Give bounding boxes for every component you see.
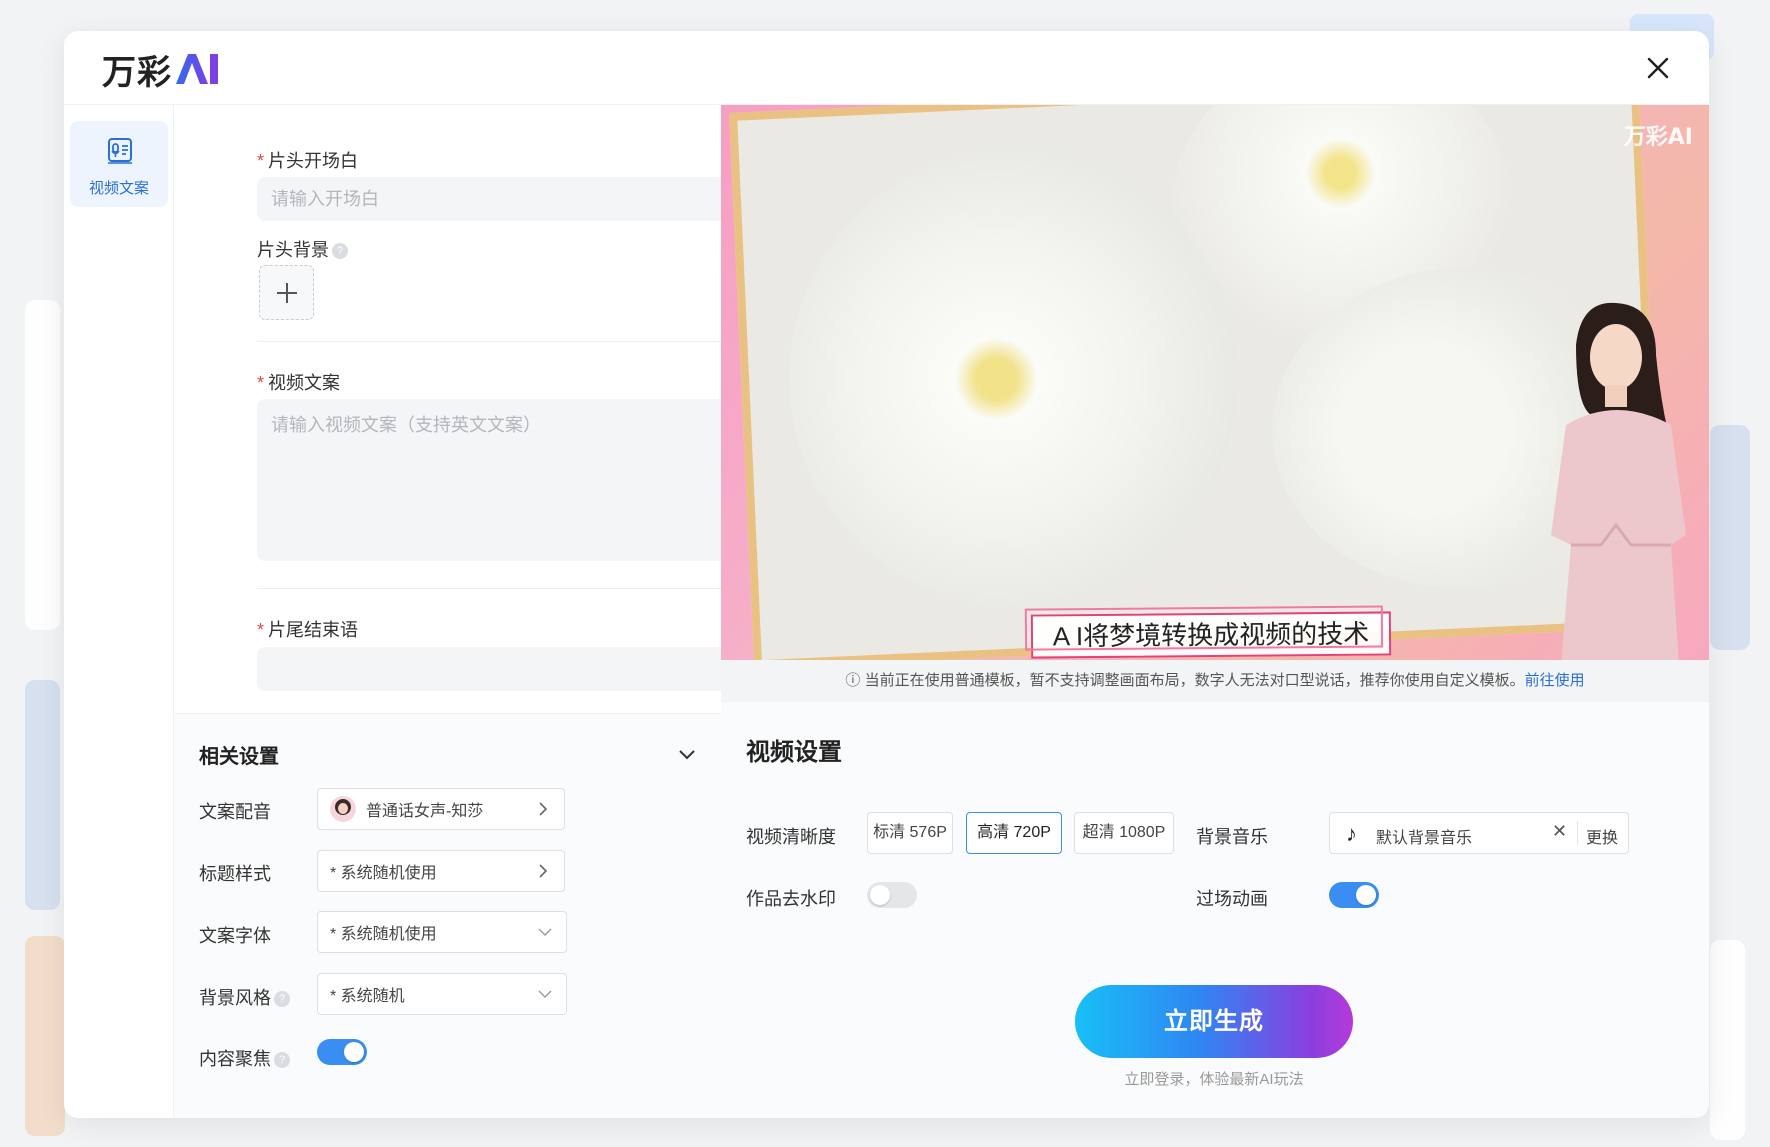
- music-value: 默认背景音乐: [1376, 830, 1473, 847]
- related-settings-panel: 相关设置 文案配音 普通话女声-知莎 标题样式 * 系统随机使用 文案字体 * …: [174, 713, 721, 1118]
- upload-bg-button[interactable]: [259, 265, 314, 320]
- digital-human-avatar: [1551, 302, 1686, 660]
- focus-label: 内容聚焦?: [199, 1045, 290, 1071]
- backdrop-card: [1710, 940, 1745, 1140]
- bg-style-select[interactable]: * 系统随机: [317, 973, 567, 1015]
- backdrop-card: [25, 680, 60, 910]
- ai-logo-icon: [176, 54, 218, 84]
- help-icon[interactable]: ?: [332, 243, 348, 260]
- notice-link[interactable]: 前往使用: [1525, 672, 1585, 689]
- ending-label: * 片尾结束语: [257, 620, 359, 640]
- music-note-icon: ♪: [1346, 821, 1357, 846]
- quality-option-720p[interactable]: 高清 720P: [966, 812, 1062, 854]
- chevron-down-icon: [538, 928, 552, 936]
- divider: [257, 341, 721, 342]
- remove-watermark-toggle[interactable]: [867, 882, 917, 908]
- info-icon: ⓘ: [845, 672, 861, 689]
- opening-input[interactable]: 请输入开场白: [257, 177, 721, 221]
- music-label: 背景音乐: [1196, 827, 1268, 847]
- title-style-value: * 系统随机使用: [330, 865, 437, 882]
- title-style-selector[interactable]: * 系统随机使用: [317, 850, 565, 892]
- document-microphone-icon: [108, 138, 132, 164]
- quality-label: 视频清晰度: [746, 827, 836, 847]
- rail-item-label: 视频文案: [88, 180, 149, 197]
- login-hint[interactable]: 立即登录，体验最新AI玩法: [1075, 1068, 1353, 1089]
- ending-input[interactable]: [257, 647, 721, 691]
- help-icon[interactable]: ?: [274, 991, 290, 1008]
- notice-text: 当前正在使用普通模板，暂不支持调整画面布局，数字人无法对口型说话，推荐你使用自定…: [864, 672, 1525, 689]
- left-rail: 视频文案: [64, 105, 174, 1118]
- brand-name: 万彩: [102, 52, 172, 93]
- backdrop-card: [25, 300, 60, 630]
- voice-label: 文案配音: [199, 802, 271, 822]
- rail-item-video-script[interactable]: 视频文案: [70, 121, 168, 207]
- change-music-button[interactable]: 更换: [1586, 824, 1618, 848]
- backdrop-card: [25, 936, 65, 1136]
- template-notice: ⓘ 当前正在使用普通模板，暂不支持调整画面布局，数字人无法对口型说话，推荐你使用…: [721, 660, 1709, 702]
- divider: [1577, 821, 1578, 845]
- voice-value: 普通话女声-知莎: [366, 803, 484, 820]
- chevron-right-icon: [539, 802, 548, 816]
- quality-option-576p[interactable]: 标清 576P: [867, 812, 953, 854]
- video-settings-title: 视频设置: [746, 739, 842, 766]
- transition-toggle[interactable]: [1329, 882, 1379, 908]
- generate-button[interactable]: 立即生成: [1075, 985, 1353, 1058]
- chevron-down-icon: [538, 990, 552, 998]
- help-icon[interactable]: ?: [274, 1052, 290, 1069]
- preview-caption: A I将梦境转换成视频的技术: [1030, 611, 1392, 659]
- modal-header: 万彩: [64, 31, 1709, 105]
- bg-style-label: 背景风格?: [199, 984, 290, 1010]
- transition-label: 过场动画: [1196, 889, 1268, 909]
- font-value: * 系统随机使用: [330, 926, 437, 943]
- title-style-label: 标题样式: [199, 864, 271, 884]
- opening-bg-label: 片头背景?: [257, 236, 348, 262]
- preview-watermark: 万彩AI: [1623, 125, 1693, 150]
- script-form: * 片头开场白 请输入开场白 片头背景? * 视频文案 请输入视频文案（支持英文文案…: [174, 105, 721, 713]
- bg-style-value: * 系统随机: [330, 988, 405, 1005]
- chevron-down-icon[interactable]: [677, 744, 697, 764]
- voice-avatar: [330, 796, 356, 822]
- font-label: 文案字体: [199, 926, 271, 946]
- opening-label: * 片头开场白: [257, 151, 359, 171]
- font-select[interactable]: * 系统随机使用: [317, 911, 567, 953]
- clear-music-icon[interactable]: ✕: [1552, 821, 1567, 842]
- video-preview: 万彩AI A I将梦境转换成视频的技术: [721, 105, 1709, 660]
- script-textarea[interactable]: 请输入视频文案（支持英文文案）: [257, 399, 721, 561]
- divider: [257, 588, 721, 589]
- backdrop-card: [1710, 425, 1750, 650]
- focus-toggle[interactable]: [317, 1039, 367, 1065]
- music-selector[interactable]: ♪ 默认背景音乐 ✕ 更换: [1329, 812, 1629, 854]
- create-video-modal: 万彩 视频文案 * 片头开场白 请输入开场白 片头背景 ? * 视频文案 请输入…: [64, 31, 1709, 1118]
- quality-option-1080p[interactable]: 超清 1080P: [1074, 812, 1174, 854]
- remove-watermark-label: 作品去水印: [746, 889, 836, 909]
- brand-logo: 万彩: [102, 49, 220, 93]
- script-label: * 视频文案: [257, 373, 341, 393]
- related-settings-title: 相关设置: [199, 746, 279, 768]
- close-icon[interactable]: [1643, 53, 1673, 83]
- chevron-right-icon: [539, 864, 548, 878]
- voice-selector[interactable]: 普通话女声-知莎: [317, 788, 565, 830]
